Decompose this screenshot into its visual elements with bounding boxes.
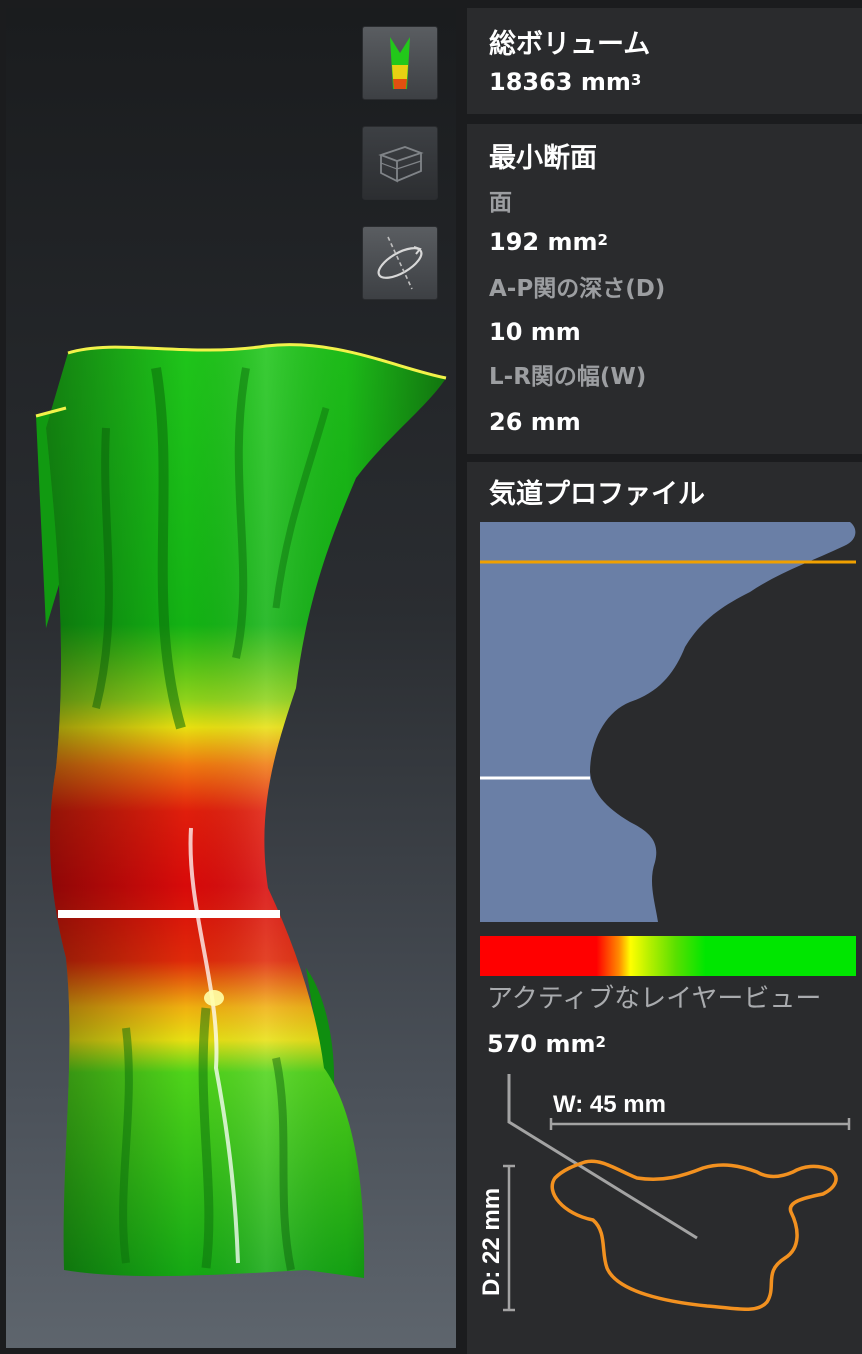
area-value: 192 mm2 <box>489 228 608 256</box>
airway-profile-panel: 気道プロファイル アクティブなレイヤービュー 570 mm2 W: 45 mm … <box>467 462 862 1354</box>
width-label: L-R関の幅(W) <box>489 364 647 390</box>
airway-profile-title: 気道プロファイル <box>489 479 705 510</box>
area-label: 面 <box>489 190 512 216</box>
active-layer-value: 570 mm2 <box>487 1030 606 1058</box>
active-layer-label: アクティブなレイヤービュー <box>487 984 822 1014</box>
airway-color-button[interactable] <box>362 26 438 100</box>
airway-model <box>35 343 447 1278</box>
airway-color-icon <box>390 37 410 89</box>
total-volume-title: 総ボリューム <box>489 29 651 60</box>
total-volume-value: 18363 mm3 <box>489 68 642 96</box>
width-value: 26 mm <box>489 408 581 436</box>
depth-value: 10 mm <box>489 318 581 346</box>
depth-dimension-label: D: 22 mm <box>478 1188 505 1296</box>
width-dimension-label: W: 45 mm <box>553 1091 666 1118</box>
total-volume-panel: 総ボリューム 18363 mm3 <box>467 8 862 114</box>
box-view-icon <box>378 146 424 183</box>
cross-section-view[interactable]: W: 45 mm D: 22 mm <box>467 1062 862 1352</box>
depth-label: A-P関の深さ(D) <box>489 276 666 302</box>
airway-3d-viewport[interactable] <box>6 8 456 1348</box>
airway-profile-graph[interactable] <box>480 522 860 922</box>
rotate-plane-icon <box>377 236 423 290</box>
rotate-plane-button[interactable] <box>362 226 438 300</box>
box-view-button[interactable] <box>362 126 438 200</box>
color-scale-bar <box>480 936 856 976</box>
minimum-section-title: 最小断面 <box>489 143 597 174</box>
minimum-section-panel: 最小断面 面 192 mm2 A-P関の深さ(D) 10 mm L-R関の幅(W… <box>467 124 862 454</box>
